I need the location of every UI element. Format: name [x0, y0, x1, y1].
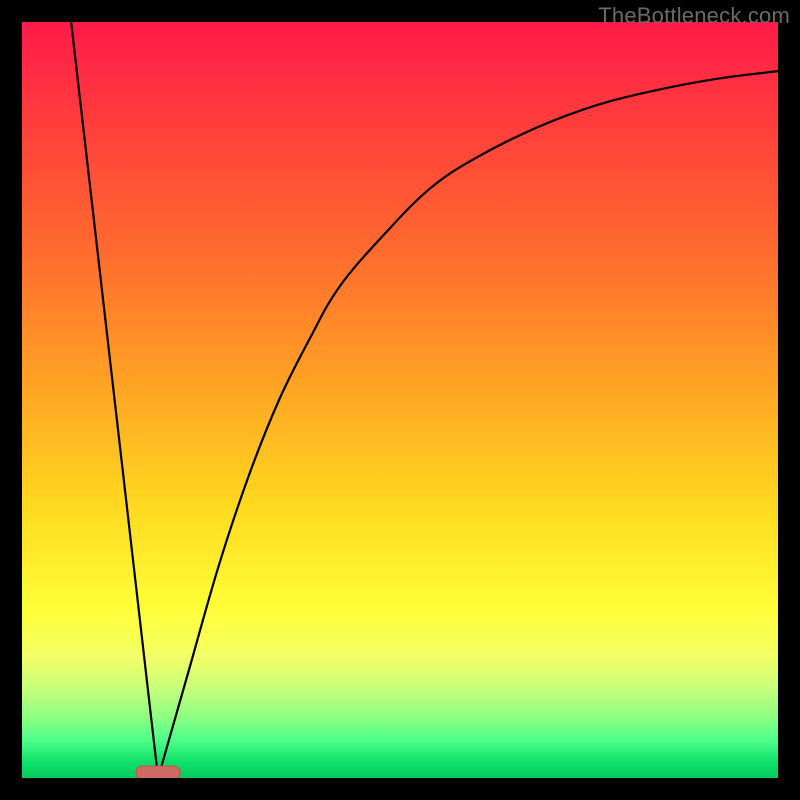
chart-plot-area	[22, 22, 778, 778]
curve-right-ascent	[158, 71, 778, 778]
curve-left-descent	[71, 22, 158, 778]
watermark-label: TheBottleneck.com	[598, 3, 790, 29]
bottleneck-chart	[22, 22, 778, 778]
optimal-point-indicator	[136, 766, 180, 778]
